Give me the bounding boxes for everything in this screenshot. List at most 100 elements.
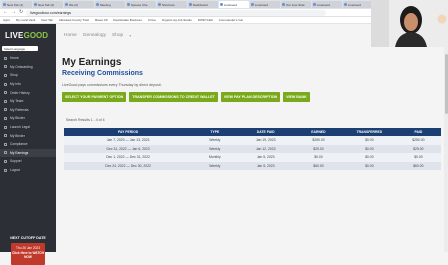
bookmark-item[interactable]: DWDYLED	[198, 18, 213, 22]
team-icon	[4, 99, 7, 103]
table-row: Dec 31, 2022 — Jan 6, 2023 Weekly Jan 12, …	[64, 144, 441, 154]
browser-tab[interactable]: We (2)	[64, 1, 94, 8]
bookmark-item[interactable]: My Local Vault	[16, 18, 35, 22]
sidebar-item-support[interactable]: Support	[0, 157, 56, 166]
browser-tab[interactable]: Dashboard	[188, 1, 218, 8]
history-icon	[4, 91, 7, 95]
bookmark-item[interactable]: Commander's Cal	[219, 18, 243, 22]
url-input[interactable]: livegoodtour.com/earnings	[26, 9, 327, 16]
sidebar-item-my-onboarding[interactable]: My Onboarding	[0, 63, 56, 72]
view-bank-button[interactable]: VIEW BANK	[283, 92, 310, 102]
tab-label: LiveGood	[255, 3, 268, 7]
table-row: Dec 1, 2022 — Dec 31, 2022 Monthly Jan 5, …	[64, 153, 441, 162]
tab-label: LiveGood	[317, 3, 330, 7]
tab-favicon-icon	[282, 3, 285, 6]
browser-tab[interactable]: Shortcuts	[157, 1, 187, 8]
bookmark-item[interactable]: Real Estate Business	[113, 18, 142, 22]
table-cell: $250.00	[412, 138, 425, 143]
legal-icon	[4, 125, 7, 129]
col-transferred[interactable]: TRANSFERRED	[343, 128, 396, 136]
tab-label: Spouse Che	[131, 3, 148, 7]
bookmark-item[interactable]: New Tab	[41, 18, 53, 22]
cutoff-date: Thu 26 Jan 2023	[16, 246, 40, 250]
tab-label: New Tab (2)	[38, 3, 55, 7]
nav-genealogy[interactable]: Genealogy	[83, 33, 106, 38]
sidebar-item-my-binder[interactable]: My Binder	[0, 114, 56, 123]
sidebar-item-order-history[interactable]: Order History	[0, 88, 56, 97]
tab-favicon-icon	[127, 3, 130, 6]
browser-tab[interactable]: New Tab (2)	[33, 1, 63, 8]
browser-tab[interactable]: LiveGood	[343, 1, 373, 8]
support-icon	[4, 159, 7, 163]
presenter-video	[371, 0, 448, 47]
table-cell: $0.00	[314, 155, 323, 160]
bookmark-item[interactable]: Bauer Aff	[95, 18, 107, 22]
browser-tab[interactable]: LiveGood	[250, 1, 280, 8]
browser-tab[interactable]: Meeting	[95, 1, 125, 8]
binder-icon	[4, 116, 7, 120]
language-select[interactable]: Select Language	[2, 46, 38, 51]
back-icon[interactable]: ←	[3, 10, 8, 15]
table-cell: $0.00	[365, 146, 374, 151]
col-earned[interactable]: EARNED	[294, 128, 343, 136]
sidebar-item-my-info[interactable]: My Info	[0, 80, 56, 89]
transfer-commissions-button[interactable]: TRANSFER COMMISSIONS TO CREDIT WALLET	[129, 92, 218, 102]
logo-text-good: GOOD	[23, 30, 49, 40]
logo[interactable]: LIVE GOOD	[0, 24, 56, 46]
col-type[interactable]: TYPE	[192, 128, 237, 136]
sidebar-item-my-earnings[interactable]: My Earnings	[0, 148, 56, 158]
user-icon	[4, 82, 7, 86]
sidebar-item-label: My Earnings	[10, 150, 29, 155]
sidebar-item-launch-legal[interactable]: Launch Legal	[0, 123, 56, 132]
watch-now-link[interactable]: Click Here to WATCH NOW	[11, 251, 45, 260]
sidebar-item-label: Shop	[10, 73, 18, 78]
table-cell: Jan 19, 2023	[255, 138, 276, 143]
table-cell: $0.00	[365, 164, 374, 169]
browser-tab[interactable]: Spouse Che	[126, 1, 156, 8]
col-pay-period[interactable]: PAY PERIOD	[64, 128, 192, 136]
col-date-paid[interactable]: DATE PAID	[237, 128, 294, 136]
browser-tab[interactable]: LiveGood	[219, 1, 249, 8]
sidebar-item-my-referrals[interactable]: My Referrals	[0, 106, 56, 115]
sidebar-item-label: Logout	[10, 168, 21, 173]
tab-label: LiveGood	[348, 3, 361, 7]
nav-home[interactable]: Home	[64, 33, 77, 38]
sidebar-item-label: Support	[10, 159, 22, 164]
tab-favicon-icon	[220, 3, 223, 6]
bookmark-item[interactable]: Crime	[148, 18, 156, 22]
chevron-down-icon[interactable]: ▾	[129, 33, 131, 38]
scrollbar-thumb[interactable]	[444, 54, 448, 114]
col-paid[interactable]: PAID	[396, 128, 441, 136]
sidebar-item-my-team[interactable]: My Team	[0, 97, 56, 106]
cutoff-box[interactable]: Thu 26 Jan 2023 Click Here to WATCH NOW	[11, 243, 45, 265]
sidebar-item-logout[interactable]: Logout	[0, 166, 56, 175]
sidebar-item-label: My Referrals	[10, 107, 29, 112]
section-title: Receiving Commissions	[62, 70, 143, 77]
table-cell: Weekly	[209, 138, 221, 143]
bookmark-item[interactable]: Apps	[3, 18, 10, 22]
table-cell: Monthly	[208, 155, 221, 160]
browser-tab[interactable]: LiveGood	[312, 1, 342, 8]
tab-label: New Tab (1)	[7, 3, 24, 7]
page-scrollbar[interactable]	[444, 24, 448, 252]
view-pay-plan-button[interactable]: VIEW PAY PLAN DESCRIPTION	[220, 92, 281, 102]
tab-favicon-icon	[189, 3, 192, 6]
select-payment-option-button[interactable]: SELECT YOUR PAYMENT OPTION	[62, 92, 127, 102]
reload-icon[interactable]: ↻	[19, 10, 23, 15]
sidebar-item-compliance[interactable]: Compliance	[0, 140, 56, 149]
bookmark-item[interactable]: Organic Ag Job Studio	[162, 18, 192, 22]
forward-icon[interactable]: →	[11, 10, 16, 15]
cutoff-panel: NEXT CUTOFF DATE Thu 26 Jan 2023 Click H…	[0, 236, 56, 265]
tab-favicon-icon	[344, 3, 347, 6]
logout-icon	[4, 168, 7, 172]
bookmark-item[interactable]: Allocated County Tract	[59, 18, 89, 22]
sidebar-item-my-binder[interactable]: My Binder	[0, 131, 56, 140]
sidebar-item-shop[interactable]: Shop	[0, 71, 56, 80]
table-cell: $60.00	[413, 164, 424, 169]
table-cell: $25.00	[313, 146, 324, 151]
nav-shop[interactable]: Shop	[112, 33, 123, 38]
browser-tab[interactable]: Our Live Strat	[281, 1, 311, 8]
sidebar-item-home[interactable]: Home	[0, 54, 56, 63]
browser-tab[interactable]: New Tab (1)	[2, 1, 32, 8]
sidebar-item-label: My Onboarding	[10, 64, 33, 69]
